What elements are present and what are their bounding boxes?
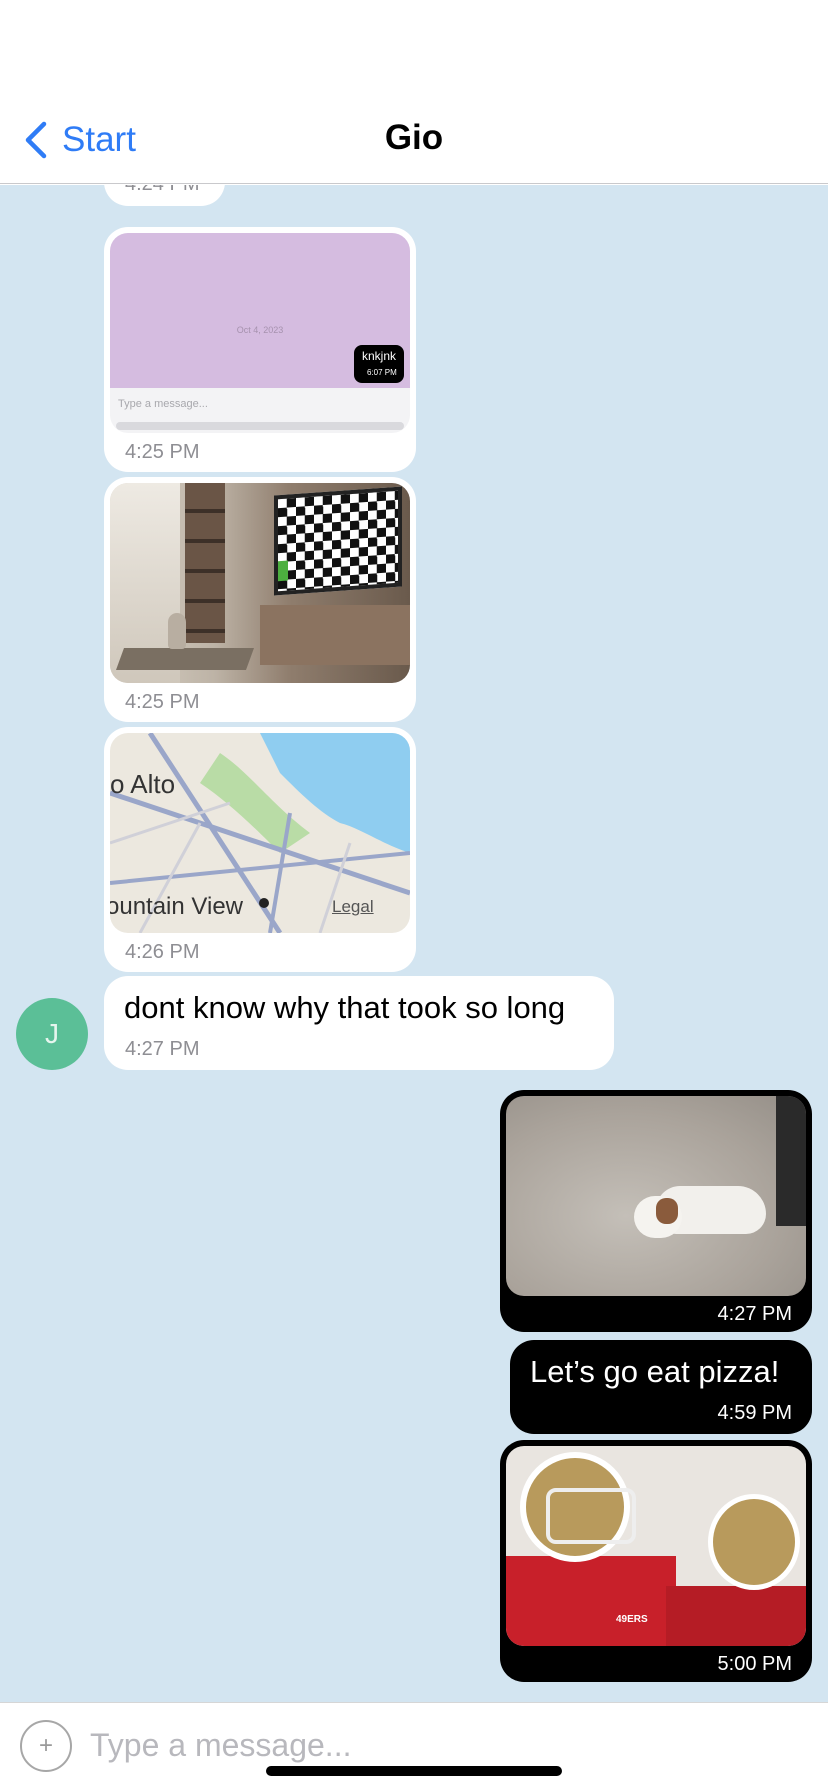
plus-icon: + — [38, 1732, 53, 1759]
screenshot-inner-time: 6:07 PM — [367, 368, 397, 377]
message-time: 4:59 PM — [717, 1402, 792, 1424]
message-bubble-map[interactable]: o Alto ountain View Legal 4:26 PM — [104, 727, 416, 972]
message-bubble-screenshot[interactable]: Oct 4, 2023 knkjnk 6:07 PM Type a messag… — [104, 227, 416, 472]
room-photo[interactable] — [110, 483, 410, 683]
helmet-right — [708, 1494, 800, 1590]
avatar-initial: J — [45, 1018, 59, 1049]
composer-bar: + — [0, 1702, 828, 1792]
screenshot-date: Oct 4, 2023 — [236, 325, 284, 335]
couch-edge — [776, 1096, 806, 1226]
map-legal-link[interactable]: Legal — [332, 897, 374, 917]
screenshot-input-strip — [116, 422, 404, 430]
cat — [168, 613, 186, 649]
message-bubble-image[interactable]: 4:25 PM — [104, 477, 416, 722]
navigation-bar: Start Gio — [0, 90, 828, 184]
bookshelf — [185, 483, 225, 643]
tv-cabinet — [260, 605, 410, 665]
tv-green-square — [278, 560, 288, 582]
home-indicator — [266, 1766, 562, 1776]
tv-screen — [274, 486, 402, 596]
message-bubble-text[interactable]: dont know why that took so long 4:27 PM — [104, 976, 614, 1070]
status-bar — [0, 0, 828, 90]
map-label-palo-alto: o Alto — [110, 769, 176, 799]
message-time: 5:00 PM — [717, 1653, 792, 1675]
map-label-mountain-view: ountain View — [110, 893, 243, 920]
message-bubble[interactable]: 4:24 PM — [104, 185, 225, 206]
dog-head — [634, 1196, 682, 1238]
message-time: 4:27 PM — [717, 1303, 792, 1325]
message-time: 4:25 PM — [125, 441, 200, 463]
dog-photo[interactable] — [506, 1096, 806, 1296]
message-bubble-text[interactable]: Let’s go eat pizza! 4:59 PM — [510, 1340, 812, 1434]
message-bubble-image[interactable]: 49ERS 5:00 PM — [500, 1440, 812, 1682]
screenshot-header: Oct 4, 2023 knkjnk 6:07 PM — [110, 233, 410, 388]
jersey-right — [666, 1586, 806, 1646]
message-input[interactable] — [90, 1719, 790, 1771]
map-snapshot[interactable]: o Alto ountain View Legal — [110, 733, 410, 933]
message-time: 4:26 PM — [125, 941, 200, 963]
message-text: dont know why that took so long — [124, 990, 566, 1025]
screenshot-composer-placeholder: Type a message... — [118, 398, 208, 410]
screenshot-inner-sender: knkjnk — [362, 349, 397, 363]
rug — [115, 648, 255, 670]
jersey-left — [506, 1556, 676, 1646]
message-time: 4:25 PM — [125, 691, 200, 713]
attach-button[interactable]: + — [20, 1720, 72, 1772]
message-text: Let’s go eat pizza! — [530, 1354, 780, 1389]
message-time: 4:27 PM — [125, 1038, 200, 1060]
screenshot-inner-bubble: knkjnk 6:07 PM — [354, 345, 404, 383]
screenshot-image[interactable]: Oct 4, 2023 knkjnk 6:07 PM Type a messag… — [110, 233, 410, 433]
message-bubble-image[interactable]: 4:27 PM — [500, 1090, 812, 1332]
message-time: 4:24 PM — [125, 185, 199, 196]
jersey-text: 49ERS — [616, 1614, 648, 1625]
conversation-title: Gio — [384, 118, 444, 157]
facemask-left — [546, 1488, 636, 1544]
football-photo[interactable]: 49ERS — [506, 1446, 806, 1646]
dog-ear — [656, 1198, 678, 1224]
message-list[interactable]: 4:24 PM Oct 4, 2023 knkjnk 6:07 PM Type … — [0, 185, 828, 1702]
avatar[interactable]: J — [16, 998, 88, 1070]
